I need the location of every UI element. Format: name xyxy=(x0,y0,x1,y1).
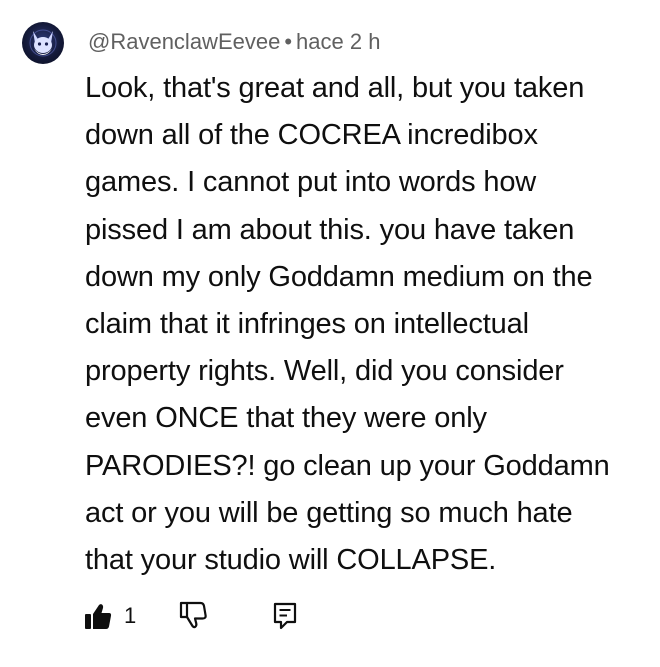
comment-text-line: down all of the COCREA incredibox xyxy=(85,119,538,152)
dislike-button[interactable] xyxy=(178,600,270,632)
comment-text-line: that your studio will COLLAPSE. xyxy=(85,544,497,577)
comment-text-line: games. I cannot put into words how xyxy=(85,166,537,199)
comment-text-line: down my only Goddamn medium on the xyxy=(85,260,593,293)
comment-action-bar: 1 xyxy=(82,598,300,634)
avatar[interactable] xyxy=(22,22,64,64)
comment-text: Look, that's great and all, but you take… xyxy=(85,65,653,584)
thumbs-up-filled-icon xyxy=(85,604,112,629)
comment-header: @RavenclawEevee • hace 2 h xyxy=(88,27,380,57)
like-button[interactable]: 1 xyxy=(82,600,178,632)
comment-text-line: pissed I am about this. you have taken xyxy=(85,213,575,246)
separator-dot: • xyxy=(284,29,293,54)
comment-text-line: act or you will be getting so much hate xyxy=(85,496,573,529)
comment-text-line: PARODIES?! go clean up your Goddamn xyxy=(85,449,610,482)
like-count: 1 xyxy=(124,603,137,628)
comment-text-line: even ONCE that they were only xyxy=(85,402,487,435)
reply-comment-icon xyxy=(273,602,297,630)
reply-button[interactable] xyxy=(270,600,300,632)
comment-thread-item: @RavenclawEevee • hace 2 h Look, that's gr… xyxy=(0,0,660,667)
comment-text-line: property rights. Well, did you consider xyxy=(85,355,564,388)
comment-text-line: claim that it infringes on intellectual xyxy=(85,308,529,341)
comment-timestamp[interactable]: hace 2 h xyxy=(296,29,380,54)
eevee-avatar-icon xyxy=(29,29,57,57)
thumbs-down-icon xyxy=(179,601,207,629)
author-name[interactable]: @RavenclawEevee xyxy=(88,29,280,54)
comment-text-line: Look, that's great and all, but you take… xyxy=(85,72,585,104)
